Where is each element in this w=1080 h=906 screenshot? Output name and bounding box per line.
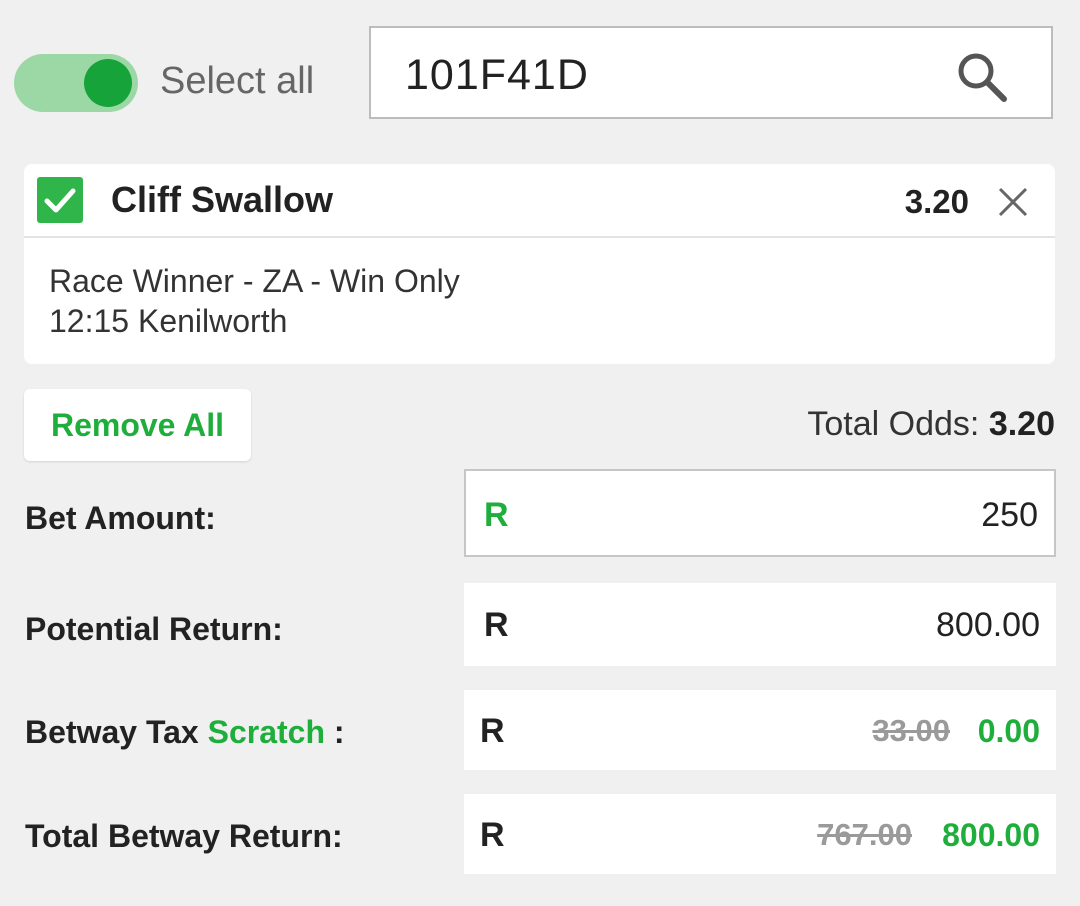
total-odds-value: 3.20 xyxy=(988,405,1055,443)
tax-label-prefix: Betway Tax xyxy=(25,714,199,750)
potential-return-label: Potential Return: xyxy=(25,611,283,647)
potential-return-value: 800.00 xyxy=(936,606,1040,644)
total-odds: Total Odds: 3.20 xyxy=(807,403,1055,445)
search-value: 101F41D xyxy=(405,51,589,99)
bet-amount-currency: R xyxy=(484,496,509,534)
total-odds-label: Total Odds: xyxy=(807,405,980,443)
event-time: 12:15 Kenilworth xyxy=(49,303,288,339)
total-return-box: R 767.00 800.00 xyxy=(464,794,1056,874)
selection-header: Cliff Swallow 3.20 xyxy=(24,164,1055,238)
bet-amount-label: Bet Amount: xyxy=(25,500,216,536)
select-all-label: Select all xyxy=(160,60,315,102)
tax-currency: R xyxy=(480,712,505,750)
total-return-label: Total Betway Return: xyxy=(25,818,343,854)
bet-amount-input[interactable]: R 250 xyxy=(464,469,1056,557)
total-return-new-value: 800.00 xyxy=(942,817,1040,853)
bet-amount-value: 250 xyxy=(981,496,1038,534)
search-input[interactable]: 101F41D xyxy=(369,26,1053,119)
check-icon xyxy=(44,188,76,213)
remove-all-button[interactable]: Remove All xyxy=(24,389,251,461)
potential-return-currency: R xyxy=(484,606,509,644)
tax-old-value: 33.00 xyxy=(872,713,950,748)
potential-return-box: R 800.00 xyxy=(464,583,1056,666)
search-icon[interactable] xyxy=(955,50,1009,104)
select-all-toggle[interactable] xyxy=(14,54,138,112)
selection-odds: 3.20 xyxy=(904,183,969,220)
close-icon[interactable] xyxy=(997,186,1029,218)
selection-card: Cliff Swallow 3.20 Race Winner - ZA - Wi… xyxy=(24,164,1055,364)
tax-label-suffix: : xyxy=(333,714,345,750)
toggle-knob xyxy=(84,59,132,107)
tax-new-value: 0.00 xyxy=(977,713,1040,749)
tax-box: R 33.00 0.00 xyxy=(464,690,1056,770)
tax-label-accent: Scratch xyxy=(207,714,325,750)
selection-name: Cliff Swallow xyxy=(111,179,334,220)
market-name: Race Winner - ZA - Win Only xyxy=(49,263,460,299)
selection-checkbox[interactable] xyxy=(37,177,83,223)
total-return-currency: R xyxy=(480,816,505,854)
total-return-old-value: 767.00 xyxy=(817,817,912,852)
tax-label: Betway Tax Scratch : xyxy=(25,712,345,752)
